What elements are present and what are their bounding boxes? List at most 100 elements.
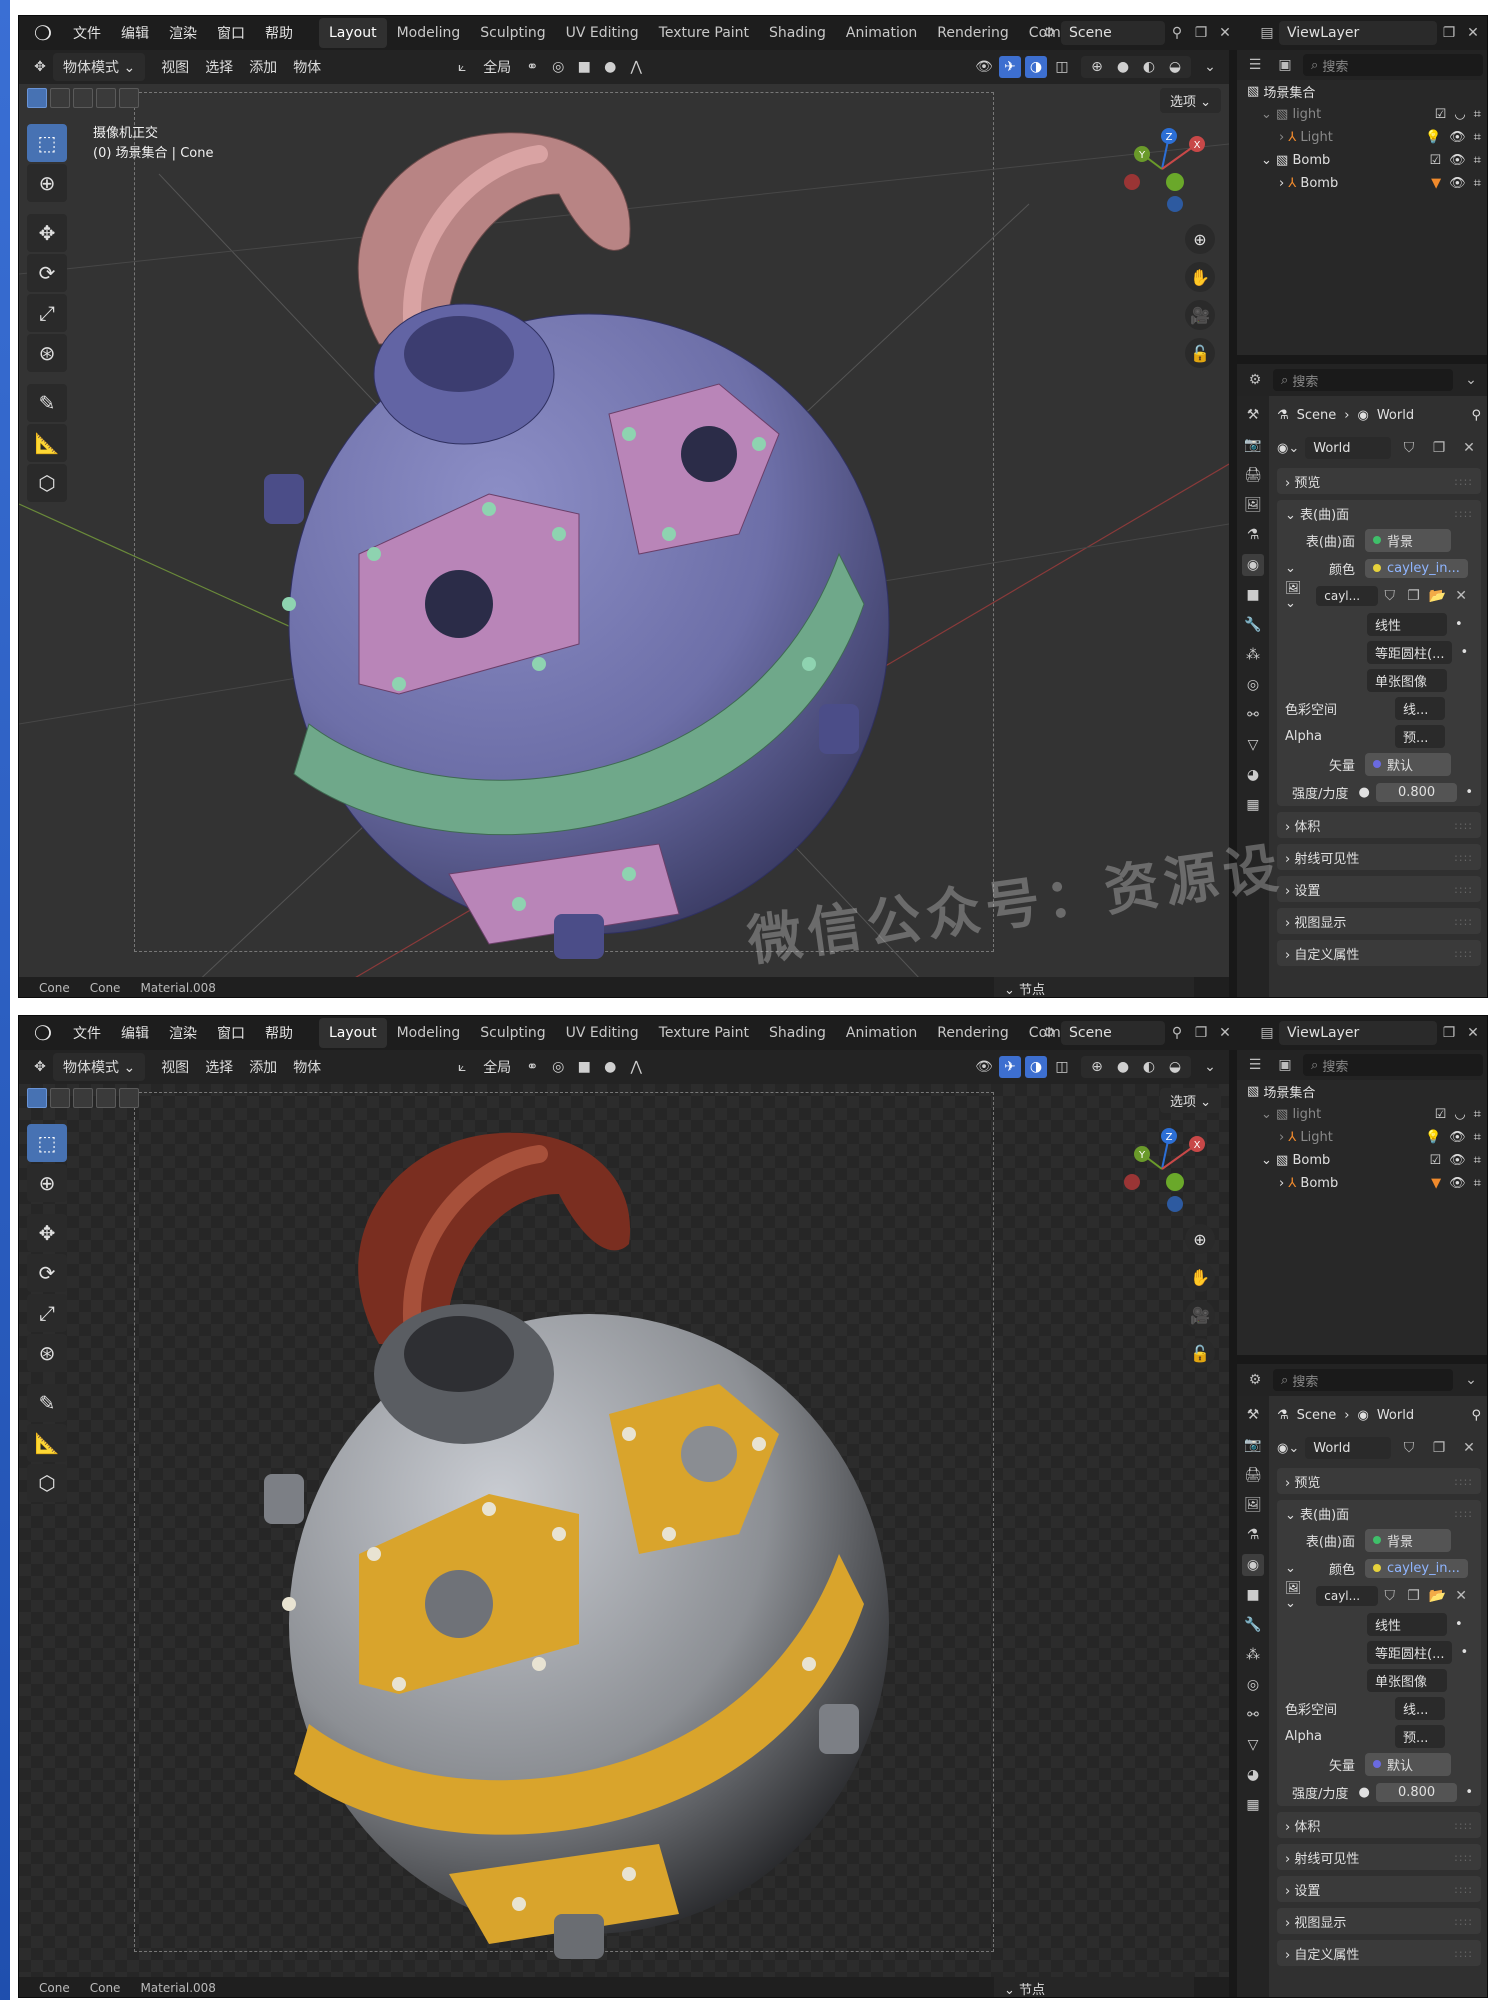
mode-dropdown[interactable]: 物体模式 ⌄: [53, 53, 146, 81]
fake-user-icon[interactable]: ⛉: [1397, 1436, 1421, 1460]
measure-tool-icon[interactable]: 📐: [27, 1424, 67, 1462]
new-scene-icon[interactable]: ❐: [1189, 21, 1213, 45]
chevron-down-icon[interactable]: ⌄: [1459, 1368, 1483, 1392]
chevron-down-icon[interactable]: ⌄: [1261, 1153, 1276, 1168]
zoom-icon[interactable]: ⊕: [1185, 224, 1215, 254]
gizmo-toggle-icon[interactable]: ✈: [999, 1056, 1021, 1078]
select-intersect-icon[interactable]: [119, 88, 139, 108]
scene-icon[interactable]: ⚙: [1037, 1021, 1061, 1045]
menu-select[interactable]: 选择: [197, 1057, 241, 1077]
unlink-icon[interactable]: ✕: [1449, 1584, 1473, 1608]
camera-icon[interactable]: ⌗: [1474, 176, 1481, 191]
menu-help[interactable]: 帮助: [255, 23, 303, 43]
world-browse-icon[interactable]: ◉⌄: [1277, 1441, 1299, 1456]
colorspace-dropdown[interactable]: 线...: [1395, 1696, 1445, 1720]
panel-ray-visibility[interactable]: › 射线可见性::::: [1277, 844, 1481, 870]
menu-render[interactable]: 渲染: [159, 23, 207, 43]
physics-tab-icon[interactable]: ◎: [1242, 674, 1264, 696]
chevron-down-icon[interactable]: ⌄: [1261, 1107, 1276, 1122]
checkbox-icon[interactable]: ☑: [1430, 153, 1442, 168]
data-tab-icon[interactable]: ▽: [1242, 1734, 1264, 1756]
editor-type-icon[interactable]: ✥: [29, 1056, 51, 1078]
keyframe-dot-icon[interactable]: •: [1465, 1785, 1473, 1800]
tab-shading[interactable]: Shading: [759, 18, 836, 48]
menu-select[interactable]: 选择: [197, 57, 241, 77]
source-dropdown[interactable]: 单张图像: [1367, 668, 1447, 692]
texture-tab-icon[interactable]: ▦: [1242, 1794, 1264, 1816]
footer-material[interactable]: Material.008: [140, 1981, 215, 1995]
solid-shading-icon[interactable]: ●: [1112, 1056, 1134, 1078]
rotate-tool-icon[interactable]: ⟳: [27, 254, 67, 292]
particles-tab-icon[interactable]: ⁂: [1242, 1644, 1264, 1666]
tab-rendering[interactable]: Rendering: [927, 1018, 1019, 1048]
new-layer-icon[interactable]: ❐: [1437, 1021, 1461, 1045]
view-layer-icon[interactable]: ▤: [1255, 1021, 1279, 1045]
menu-render[interactable]: 渲染: [159, 1023, 207, 1043]
new-layer-icon[interactable]: ❐: [1437, 21, 1461, 45]
strength-field[interactable]: 0.800: [1375, 1782, 1458, 1802]
tab-animation[interactable]: Animation: [836, 18, 927, 48]
world-browse-icon[interactable]: ◉⌄: [1277, 441, 1299, 456]
menu-view[interactable]: 视图: [153, 1057, 197, 1077]
material-shading-icon[interactable]: ◐: [1138, 56, 1160, 78]
3d-viewport[interactable]: ⬚ ⊕ ✥ ⟳ ⤢ ⊛ ✎ 📐 ⬡ 摄像机正交 (0) 场景集合 | Cone …: [19, 84, 1229, 997]
object-tab-icon[interactable]: ■: [1242, 1584, 1264, 1606]
breadcrumb-world[interactable]: World: [1377, 408, 1414, 423]
checkbox-icon[interactable]: ☑: [1430, 1153, 1442, 1168]
projection-dropdown[interactable]: 等距圆柱(...: [1367, 1640, 1453, 1664]
falloff-icon[interactable]: ⋀: [625, 1056, 647, 1078]
interpolation-dropdown[interactable]: 线性: [1367, 612, 1447, 636]
chevron-down-icon[interactable]: ⌄: [1261, 107, 1276, 122]
navigation-gizmo[interactable]: Z Y X: [1117, 124, 1207, 214]
physics-tab-icon[interactable]: ◎: [1242, 1674, 1264, 1696]
color-input-field[interactable]: cayley_in...: [1365, 558, 1468, 578]
eye-icon[interactable]: 👁: [1449, 153, 1466, 168]
tab-texture-paint[interactable]: Texture Paint: [649, 1018, 759, 1048]
particles-tab-icon[interactable]: ⁂: [1242, 644, 1264, 666]
surface-shader-field[interactable]: 背景: [1365, 1528, 1451, 1552]
xray-icon[interactable]: ◫: [1051, 1056, 1073, 1078]
chevron-down-icon[interactable]: ⌄: [1285, 1561, 1305, 1576]
tab-animation[interactable]: Animation: [836, 1018, 927, 1048]
view-layer-tab-icon[interactable]: 🖼: [1242, 494, 1264, 516]
close-icon[interactable]: ✕: [1461, 1021, 1485, 1045]
tool-tab-icon[interactable]: ⚒: [1242, 404, 1264, 426]
outliner-row-bomb-collection[interactable]: ⌄ ▧ Bomb ☑ 👁 ⌗: [1237, 149, 1487, 172]
scene-name-field[interactable]: Scene: [1061, 21, 1165, 45]
outliner-row-light-collection[interactable]: ⌄ ▧ light ☑ ◡ ⌗: [1237, 103, 1487, 126]
footer-material[interactable]: Material.008: [140, 981, 215, 995]
material-tab-icon[interactable]: ◕: [1242, 764, 1264, 786]
rendered-shading-icon[interactable]: ◒: [1164, 1056, 1186, 1078]
menu-file[interactable]: 文件: [63, 1023, 111, 1043]
panel-viewport-display[interactable]: › 视图显示::::: [1277, 1908, 1481, 1934]
panel-volume[interactable]: › 体积::::: [1277, 1812, 1481, 1838]
chevron-right-icon[interactable]: ›: [1279, 1176, 1288, 1191]
strength-field[interactable]: 0.800: [1375, 782, 1458, 802]
constraints-tab-icon[interactable]: ⚯: [1242, 1704, 1264, 1726]
panel-preview[interactable]: › 预览::::: [1277, 1468, 1481, 1494]
select-subtract-icon[interactable]: [73, 88, 93, 108]
transform-tool-icon[interactable]: ⊛: [27, 1334, 67, 1372]
shading-options-icon[interactable]: ⌄: [1199, 56, 1221, 78]
overlay-toggle-icon[interactable]: ◑: [1025, 56, 1047, 78]
eye-icon[interactable]: 👁: [1449, 1130, 1466, 1145]
node-panel-header[interactable]: ⌄ 节点: [994, 1977, 1194, 1997]
pin-icon[interactable]: ⚲: [1165, 21, 1189, 45]
open-image-icon[interactable]: 📂: [1425, 584, 1449, 608]
scene-tab-icon[interactable]: ⚗: [1242, 1524, 1264, 1546]
add-cube-tool-icon[interactable]: ⬡: [27, 464, 67, 502]
select-new-icon[interactable]: [27, 88, 47, 108]
unlink-icon[interactable]: ✕: [1457, 1436, 1481, 1460]
interpolation-dropdown[interactable]: 线性: [1367, 1612, 1447, 1636]
scale-tool-icon[interactable]: ⤢: [27, 1294, 67, 1332]
annotate-tool-icon[interactable]: ✎: [27, 1384, 67, 1422]
proportional-edit-icon[interactable]: ●: [599, 56, 621, 78]
xray-icon[interactable]: ◫: [1051, 56, 1073, 78]
camera-icon[interactable]: ⌗: [1474, 107, 1481, 122]
pivot-icon[interactable]: ⚭: [521, 1056, 543, 1078]
alpha-dropdown[interactable]: 预...: [1395, 724, 1445, 748]
outliner-row-light-object[interactable]: › ⅄ Light 💡 👁 ⌗: [1237, 1126, 1487, 1149]
outliner-search-input[interactable]: ⌕ 搜索: [1303, 1054, 1483, 1076]
vector-field[interactable]: 默认: [1365, 752, 1451, 776]
wireframe-shading-icon[interactable]: ⊕: [1086, 1056, 1108, 1078]
